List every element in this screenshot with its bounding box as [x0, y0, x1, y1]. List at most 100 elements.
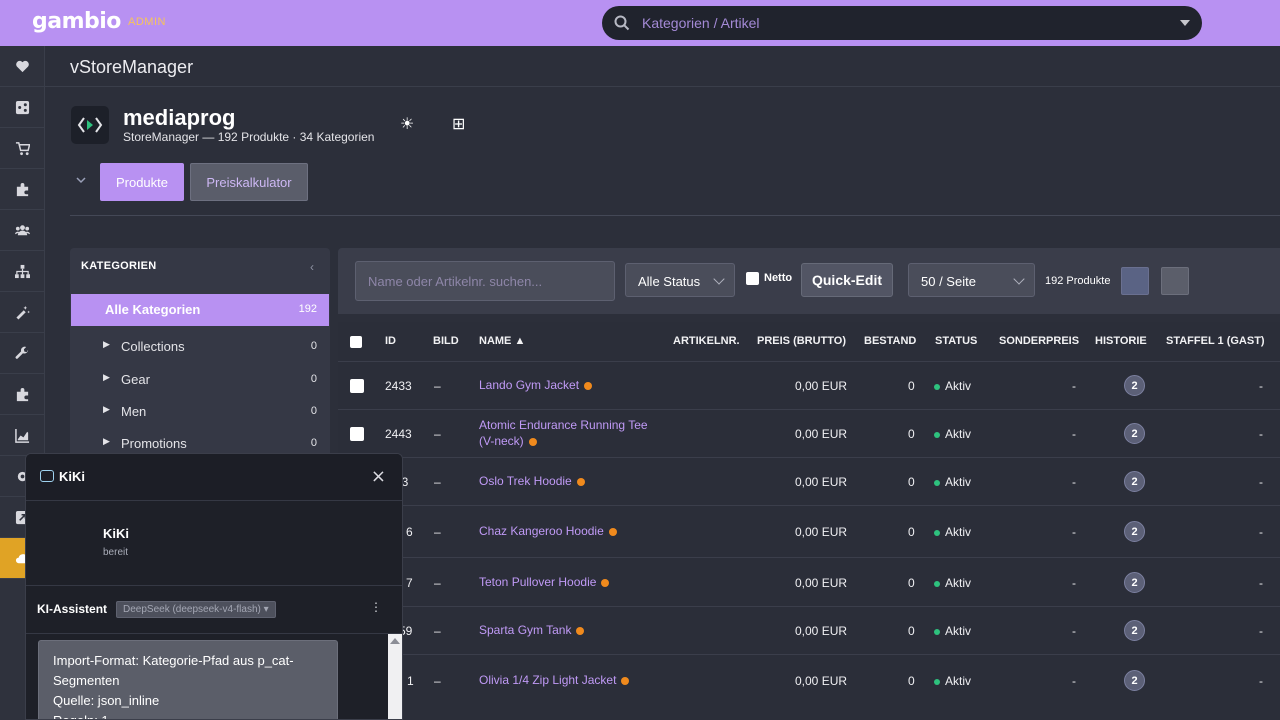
expand-arrow-icon[interactable]: ▶ — [103, 437, 110, 447]
history-badge[interactable]: 2 — [1124, 471, 1145, 492]
plugin-logo — [71, 106, 109, 144]
category-item[interactable]: ▶ Gear 0 — [71, 364, 329, 396]
history-badge[interactable]: 2 — [1124, 423, 1145, 444]
cell-image: – — [434, 525, 441, 539]
kiki-name: KiKi — [103, 526, 129, 541]
indicator-dot-icon — [576, 477, 585, 486]
tools-nav[interactable] — [0, 333, 45, 374]
cell-stock: 0 — [908, 674, 915, 688]
col-price[interactable]: PREIS (BRUTTO) — [757, 335, 846, 347]
col-sku[interactable]: ARTIKELNR. — [673, 335, 740, 347]
plugin-name: mediaprog — [123, 105, 236, 130]
share-nav[interactable] — [0, 87, 45, 128]
cell-special-price: - — [1072, 427, 1076, 441]
cell-price: 0,00 EUR — [795, 624, 848, 638]
cell-status: Aktiv — [934, 576, 971, 590]
row-checkbox[interactable] — [350, 427, 364, 441]
sitemap-icon — [15, 264, 30, 278]
plugins-nav[interactable] — [0, 374, 45, 415]
history-badge[interactable]: 2 — [1124, 375, 1145, 396]
puzzle-icon — [16, 182, 29, 196]
history-badge[interactable]: 2 — [1124, 572, 1145, 593]
plugin-subtitle: StoreManager — 192 Produkte · 34 Kategor… — [123, 130, 375, 144]
status-filter-select[interactable]: Alle Status — [625, 263, 735, 297]
status-dot-icon — [934, 431, 940, 438]
statistics-nav[interactable] — [0, 415, 45, 456]
col-tier-1[interactable]: STAFFEL 1 (GAST) — [1166, 335, 1265, 347]
cell-stock: 0 — [908, 427, 915, 441]
category-item[interactable]: ▶ Men 0 — [71, 396, 329, 428]
expand-arrow-icon[interactable]: ▶ — [103, 373, 110, 383]
collapse-panel-icon[interactable]: ‹ — [310, 260, 314, 274]
global-search-input[interactable]: Kategorien / Artikel — [602, 6, 1202, 40]
table-row[interactable]: 6 – Chaz Kangeroo Hoodie 0,00 EUR 0 Akti… — [338, 505, 1280, 557]
history-badge[interactable]: 2 — [1124, 521, 1145, 542]
history-badge[interactable]: 2 — [1124, 620, 1145, 641]
expand-arrow-icon[interactable]: ▶ — [103, 405, 110, 415]
category-label: Men — [121, 404, 147, 419]
tab-price-calculator[interactable]: Preiskalkulator — [190, 163, 308, 201]
cell-special-price: - — [1072, 674, 1076, 688]
cell-tier: - — [1259, 576, 1263, 590]
chevron-down-icon — [1013, 273, 1025, 285]
search-placeholder: Name oder Artikelnr. suchen... — [368, 274, 543, 289]
theme-toggle-sun-icon[interactable]: ☀ — [400, 114, 414, 133]
row-checkbox[interactable] — [350, 379, 364, 393]
structure-nav[interactable] — [0, 251, 45, 292]
product-toolbar: Name oder Artikelnr. suchen... Alle Stat… — [338, 248, 1280, 314]
gambio-logo[interactable]: gambio — [32, 9, 121, 34]
category-count: 0 — [310, 340, 317, 352]
product-name-link[interactable]: Olivia 1/4 Zip Light Jacket — [479, 672, 664, 688]
cell-stock: 0 — [908, 475, 915, 489]
product-name-link[interactable]: Teton Pullover Hoodie — [479, 574, 664, 590]
select-all-checkbox[interactable] — [350, 336, 362, 348]
table-row[interactable]: 23 – Oslo Trek Hoodie 0,00 EUR 0 Aktiv -… — [338, 457, 1280, 505]
table-row[interactable]: 2443 – Atomic Endurance Running Tee (V-n… — [338, 409, 1280, 457]
cell-special-price: - — [1072, 475, 1076, 489]
col-special-price[interactable]: SONDERPREIS — [999, 335, 1079, 347]
model-select[interactable]: DeepSeek (deepseek-v4-flash) ▾ — [116, 601, 276, 618]
next-page-button[interactable] — [1161, 267, 1189, 295]
col-id[interactable]: ID — [385, 335, 396, 347]
product-name-link[interactable]: Oslo Trek Hoodie — [479, 473, 664, 489]
chat-message: Import-Format: Kategorie-Pfad aus p_cat-… — [38, 640, 338, 719]
product-name-link[interactable]: Sparta Gym Tank — [479, 622, 664, 638]
favorites-nav[interactable] — [0, 46, 45, 87]
chat-scrollbar[interactable] — [388, 634, 402, 719]
table-row[interactable]: 2433 – Lando Gym Jacket 0,00 EUR 0 Aktiv… — [338, 361, 1280, 409]
customers-nav[interactable] — [0, 210, 45, 251]
col-name[interactable]: NAME ▲ — [479, 335, 525, 347]
scroll-up-icon[interactable] — [390, 638, 400, 644]
chevron-down-icon[interactable] — [75, 174, 87, 186]
orders-nav[interactable] — [0, 128, 45, 169]
quick-edit-button[interactable]: Quick-Edit — [801, 263, 893, 297]
col-stock[interactable]: BESTAND — [864, 335, 916, 347]
category-all[interactable]: Alle Kategorien 192 — [71, 294, 329, 326]
share-icon — [15, 100, 30, 114]
prev-page-button[interactable] — [1121, 267, 1149, 295]
layout-grid-icon[interactable]: ⊞ — [452, 114, 465, 133]
chevron-down-icon[interactable] — [1180, 20, 1190, 26]
cell-image: – — [434, 475, 441, 489]
table-row[interactable]: 59 – Sparta Gym Tank 0,00 EUR 0 Aktiv - … — [338, 606, 1280, 654]
table-row[interactable]: 1 – Olivia 1/4 Zip Light Jacket 0,00 EUR… — [338, 654, 1280, 706]
netto-checkbox[interactable] — [746, 272, 759, 285]
more-options-icon[interactable]: ⋮ — [370, 600, 382, 614]
tab-products[interactable]: Produkte — [100, 163, 184, 201]
product-name-link[interactable]: Atomic Endurance Running Tee (V-neck) — [479, 417, 664, 449]
close-icon[interactable]: × — [371, 466, 386, 487]
table-row[interactable]: 7 – Teton Pullover Hoodie 0,00 EUR 0 Akt… — [338, 557, 1280, 606]
cell-tier: - — [1259, 379, 1263, 393]
expand-arrow-icon[interactable]: ▶ — [103, 340, 110, 350]
col-status[interactable]: STATUS — [935, 335, 977, 347]
per-page-select[interactable]: 50 / Seite — [908, 263, 1035, 297]
cell-id: 7 — [406, 576, 413, 590]
marketing-nav[interactable] — [0, 292, 45, 333]
product-search-input[interactable]: Name oder Artikelnr. suchen... — [355, 261, 615, 301]
history-badge[interactable]: 2 — [1124, 670, 1145, 691]
modules-nav[interactable] — [0, 169, 45, 210]
chart-icon — [15, 428, 30, 443]
product-name-link[interactable]: Lando Gym Jacket — [479, 377, 664, 393]
product-name-link[interactable]: Chaz Kangeroo Hoodie — [479, 523, 664, 539]
category-item[interactable]: ▶ Collections 0 — [71, 331, 329, 363]
